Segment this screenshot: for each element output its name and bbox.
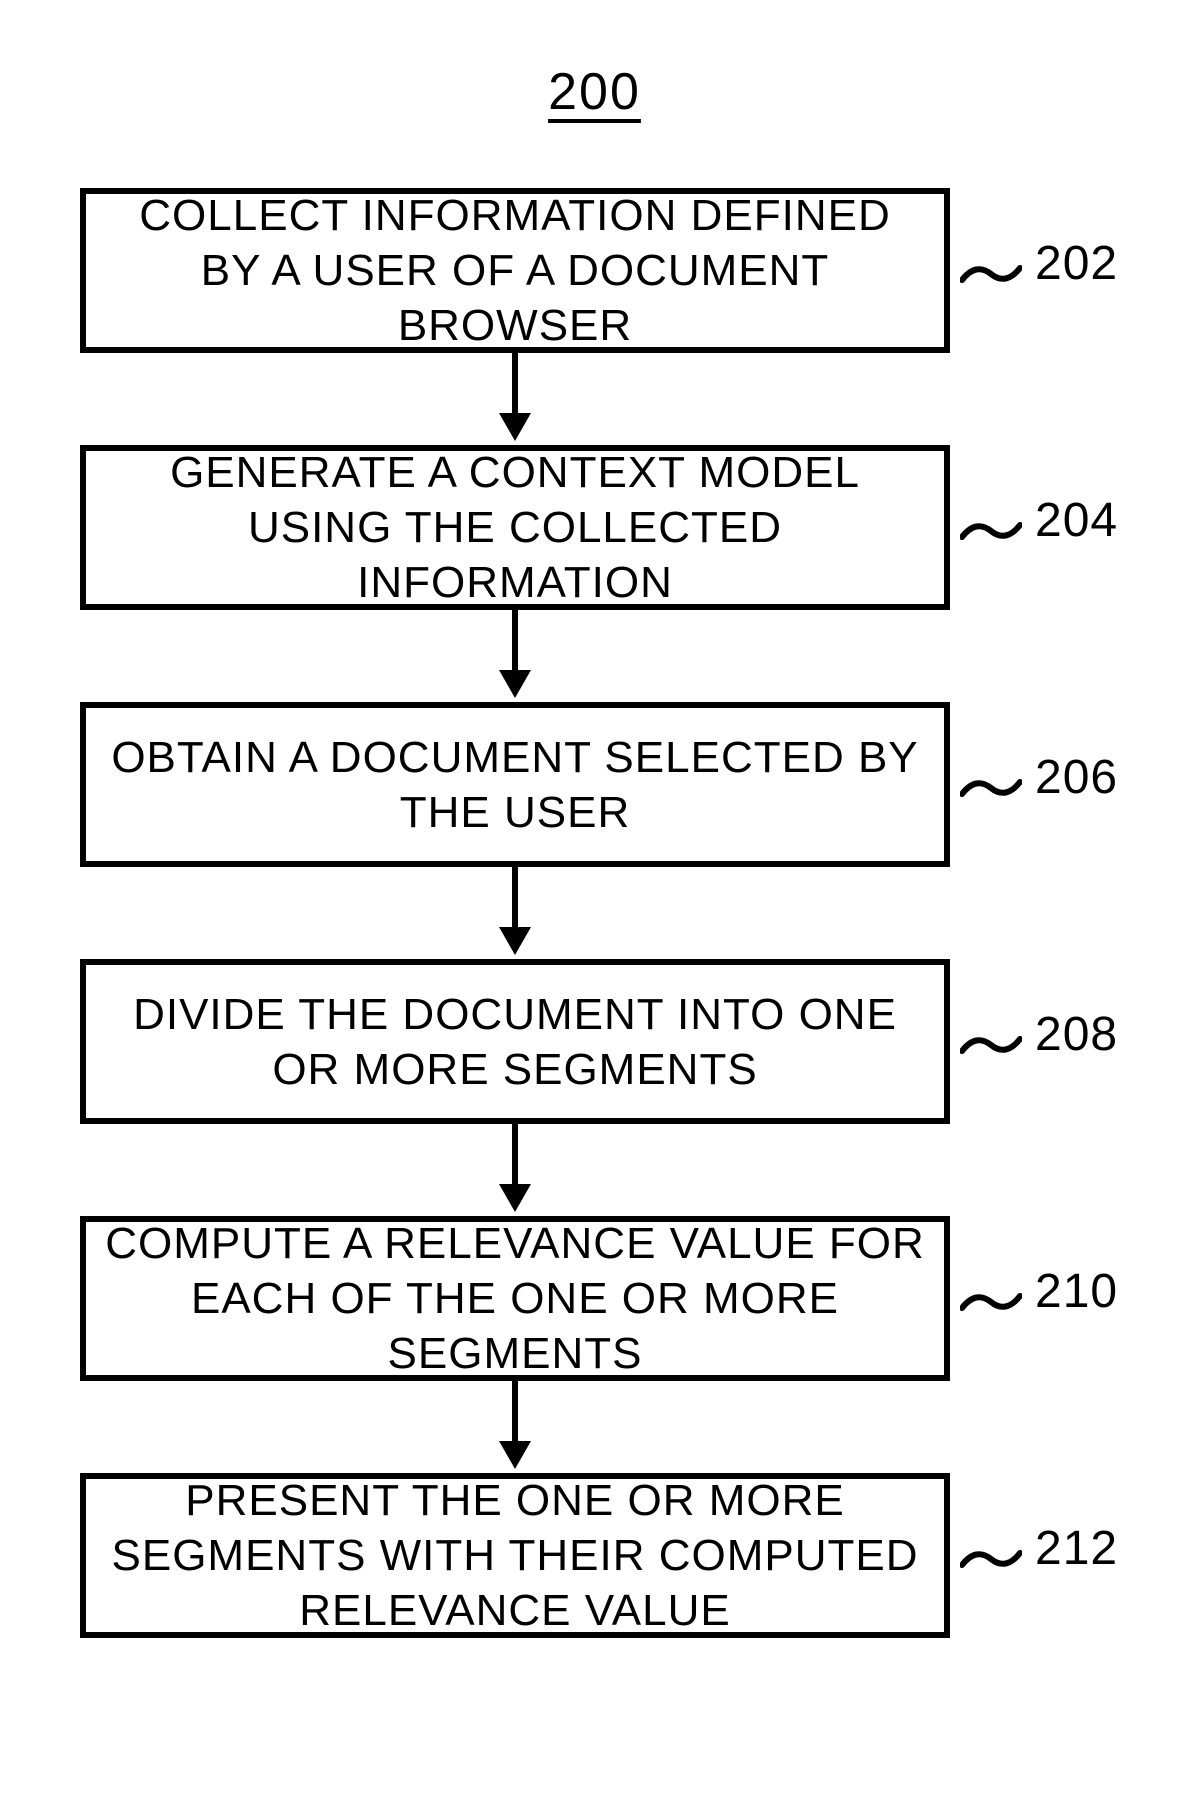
flow-step-ref: 210 bbox=[1035, 1264, 1118, 1319]
flow-step-generate-context-model: GENERATE A CONTEXT MODEL USING THE COLLE… bbox=[80, 445, 950, 610]
flow-step-obtain-document: OBTAIN A DOCUMENT SELECTED BY THE USER bbox=[80, 702, 950, 867]
flow-arrowhead-icon bbox=[499, 1441, 531, 1469]
leader-squiggle-icon bbox=[960, 1288, 1022, 1314]
flow-step-ref: 204 bbox=[1035, 493, 1118, 548]
flow-step-ref: 202 bbox=[1035, 236, 1118, 291]
flow-arrow-icon bbox=[512, 353, 518, 415]
flow-arrow-icon bbox=[512, 1381, 518, 1443]
flow-arrowhead-icon bbox=[499, 670, 531, 698]
leader-squiggle-icon bbox=[960, 517, 1022, 543]
flow-step-text: GENERATE A CONTEXT MODEL USING THE COLLE… bbox=[104, 445, 926, 610]
flow-arrowhead-icon bbox=[499, 927, 531, 955]
flow-step-collect-information: COLLECT INFORMATION DEFINED BY A USER OF… bbox=[80, 188, 950, 353]
leader-squiggle-icon bbox=[960, 774, 1022, 800]
figure-number: 200 bbox=[0, 62, 1189, 122]
flow-step-text: COMPUTE A RELEVANCE VALUE FOR EACH OF TH… bbox=[104, 1216, 926, 1381]
flow-step-text: COLLECT INFORMATION DEFINED BY A USER OF… bbox=[104, 188, 926, 353]
leader-squiggle-icon bbox=[960, 260, 1022, 286]
flow-step-ref: 208 bbox=[1035, 1007, 1118, 1062]
flow-arrowhead-icon bbox=[499, 1184, 531, 1212]
flow-arrowhead-icon bbox=[499, 413, 531, 441]
flow-step-ref: 212 bbox=[1035, 1521, 1118, 1576]
flow-step-compute-relevance: COMPUTE A RELEVANCE VALUE FOR EACH OF TH… bbox=[80, 1216, 950, 1381]
flow-step-present-segments: PRESENT THE ONE OR MORE SEGMENTS WITH TH… bbox=[80, 1473, 950, 1638]
flow-step-text: OBTAIN A DOCUMENT SELECTED BY THE USER bbox=[104, 730, 926, 840]
flow-arrow-icon bbox=[512, 610, 518, 672]
leader-squiggle-icon bbox=[960, 1545, 1022, 1571]
flow-step-text: DIVIDE THE DOCUMENT INTO ONE OR MORE SEG… bbox=[104, 987, 926, 1097]
flow-arrow-icon bbox=[512, 1124, 518, 1186]
flow-step-ref: 206 bbox=[1035, 750, 1118, 805]
flow-step-divide-document: DIVIDE THE DOCUMENT INTO ONE OR MORE SEG… bbox=[80, 959, 950, 1124]
leader-squiggle-icon bbox=[960, 1031, 1022, 1057]
flow-arrow-icon bbox=[512, 867, 518, 929]
flow-step-text: PRESENT THE ONE OR MORE SEGMENTS WITH TH… bbox=[104, 1473, 926, 1638]
